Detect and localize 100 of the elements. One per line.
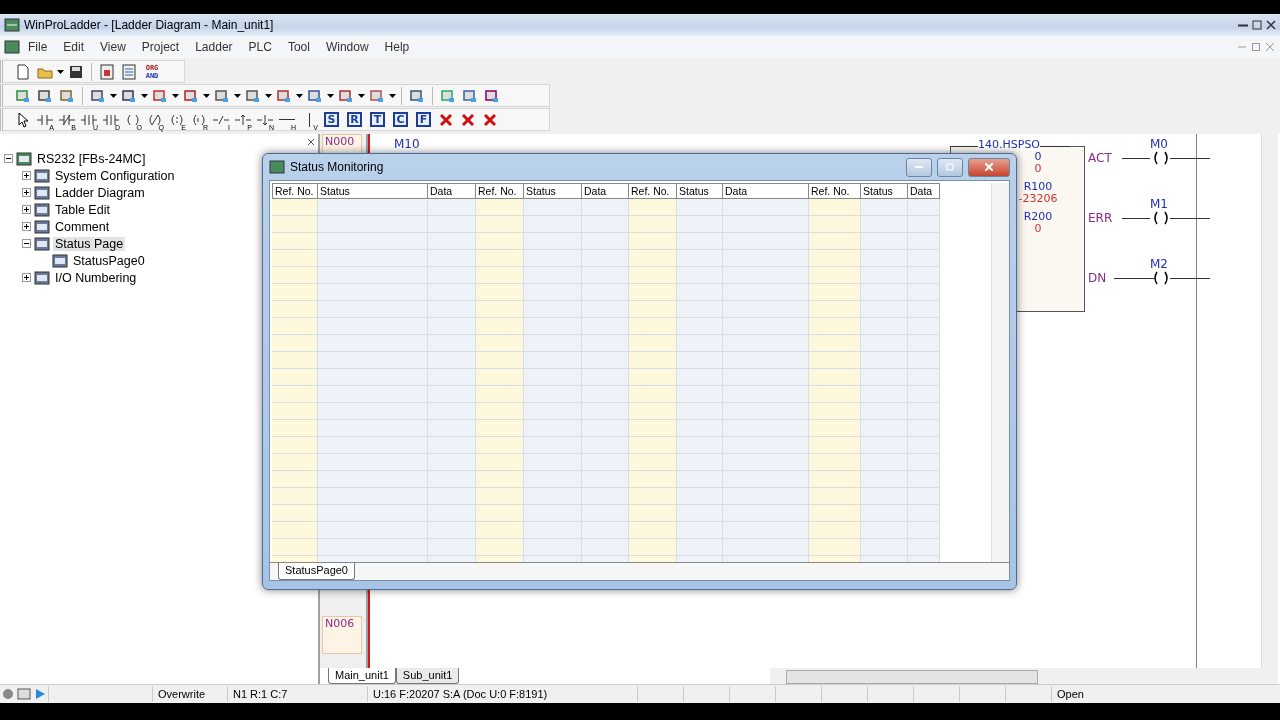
collapse-icon[interactable] bbox=[4, 154, 13, 163]
dropdown-arrow-icon bbox=[203, 93, 210, 98]
status-pane: N1 R:1 C:7 bbox=[227, 686, 367, 702]
tree-item[interactable]: Comment bbox=[53, 219, 112, 234]
minimize-button[interactable] bbox=[906, 157, 932, 177]
ladder-symbol-icon bbox=[279, 118, 295, 121]
instruction-button[interactable]: R bbox=[347, 112, 362, 127]
expand-icon[interactable] bbox=[22, 222, 31, 231]
expand-icon[interactable] bbox=[22, 171, 31, 180]
cross-icon bbox=[438, 111, 454, 128]
menu-item[interactable]: Help bbox=[376, 40, 418, 54]
toolbar-button[interactable] bbox=[97, 61, 117, 82]
column-header: Status bbox=[677, 183, 723, 199]
maximize-button[interactable] bbox=[937, 157, 963, 177]
tool-icon bbox=[307, 87, 323, 104]
column-header: Status bbox=[861, 183, 908, 199]
coil-icon bbox=[1152, 271, 1170, 285]
tree-item[interactable]: System Configuration bbox=[53, 168, 177, 183]
close-icon bbox=[985, 163, 993, 171]
maximize-icon bbox=[946, 163, 954, 171]
folder-icon bbox=[34, 167, 50, 184]
column-header: Status bbox=[318, 183, 428, 199]
status-pane: U:16 F:20207 S:A (Doc U:0 F:8191) bbox=[367, 686, 637, 702]
dropdown-arrow-icon bbox=[234, 93, 241, 98]
close-icon bbox=[1266, 20, 1276, 30]
dropdown-arrow-icon bbox=[110, 93, 117, 98]
tree-item[interactable]: StatusPage0 bbox=[71, 253, 147, 268]
coil-label: M2 bbox=[1150, 258, 1168, 270]
menu-item[interactable]: Ladder bbox=[187, 40, 241, 54]
menu-item[interactable]: Window bbox=[317, 40, 377, 54]
operand-value: R100 bbox=[1022, 181, 1054, 193]
column-header: Data bbox=[428, 183, 476, 199]
column-header: Ref. No. bbox=[272, 183, 318, 199]
grid-icon bbox=[99, 63, 115, 80]
ladder-symbol-icon bbox=[307, 112, 311, 127]
status-pane: Overwrite bbox=[152, 686, 227, 702]
expand-icon[interactable] bbox=[22, 273, 31, 282]
app-icon bbox=[4, 17, 20, 33]
toolbar-button[interactable] bbox=[119, 61, 139, 82]
minimize-icon bbox=[1238, 23, 1248, 27]
menu-item[interactable]: File bbox=[20, 40, 56, 54]
column-header: Data bbox=[723, 183, 809, 199]
tool-icon bbox=[484, 87, 500, 104]
tool-icon bbox=[338, 87, 354, 104]
minimize-icon bbox=[915, 166, 923, 168]
column-header: Ref. No. bbox=[476, 183, 524, 199]
dropdown-arrow-icon bbox=[57, 69, 64, 74]
folder-icon bbox=[34, 184, 50, 201]
menu-item[interactable]: Edit bbox=[55, 40, 93, 54]
page-tab[interactable]: StatusPage0 bbox=[278, 563, 355, 580]
expand-icon[interactable] bbox=[22, 205, 31, 214]
grid-icon bbox=[121, 63, 137, 80]
close-button[interactable] bbox=[968, 157, 1010, 177]
app-icon bbox=[269, 159, 285, 175]
tree-item[interactable]: RS232 [FBs-24MC] bbox=[35, 151, 148, 166]
dropdown-arrow-icon bbox=[389, 93, 396, 98]
coil-icon bbox=[1152, 151, 1170, 165]
column-header: Ref. No. bbox=[809, 183, 861, 199]
coil-label: M1 bbox=[1150, 198, 1168, 210]
column-header: Data bbox=[908, 183, 940, 199]
document-icon bbox=[4, 39, 20, 55]
ladder-symbol-icon bbox=[257, 113, 273, 126]
expand-icon[interactable] bbox=[22, 188, 31, 197]
folder-icon bbox=[34, 269, 50, 286]
menu-item[interactable]: View bbox=[92, 40, 134, 54]
rung-number: N006 bbox=[322, 616, 362, 654]
ladder-symbol-icon bbox=[81, 113, 97, 126]
instruction-button[interactable]: S bbox=[324, 112, 339, 127]
pin-label: ACT bbox=[1088, 152, 1112, 164]
ladder-symbol-icon bbox=[37, 113, 53, 126]
tool-icon bbox=[121, 87, 137, 104]
cursor-icon bbox=[15, 111, 31, 128]
tool-icon bbox=[214, 87, 230, 104]
menu-item[interactable]: Project bbox=[133, 40, 188, 54]
device-icon bbox=[16, 150, 32, 167]
ladder-symbol-icon bbox=[148, 113, 162, 126]
menu-item[interactable]: PLC bbox=[240, 40, 280, 54]
tree-item[interactable]: Status Page bbox=[53, 236, 126, 251]
tree-item[interactable]: Table Edit bbox=[53, 202, 112, 217]
collapse-icon[interactable] bbox=[22, 239, 31, 248]
instruction-button[interactable]: T bbox=[370, 112, 385, 127]
sheet-tab[interactable]: Main_unit1 bbox=[328, 668, 396, 684]
dropdown-arrow-icon bbox=[327, 93, 334, 98]
instruction-button[interactable]: F bbox=[416, 112, 431, 127]
window-icon bbox=[16, 686, 32, 702]
vertical-scrollbar[interactable] bbox=[991, 183, 1009, 562]
tree-item[interactable]: Ladder Diagram bbox=[53, 185, 147, 200]
close-icon bbox=[306, 137, 316, 147]
sheet-tab[interactable]: Sub_unit1 bbox=[395, 668, 460, 684]
ladder-symbol-icon bbox=[213, 113, 229, 126]
tool-icon bbox=[59, 87, 75, 104]
horizontal-scrollbar[interactable] bbox=[770, 668, 1278, 684]
column-header: Data bbox=[582, 183, 629, 199]
tool-icon bbox=[183, 87, 199, 104]
menu-item[interactable]: Tool bbox=[279, 40, 318, 54]
tool-icon bbox=[276, 87, 292, 104]
ladder-symbol-icon bbox=[235, 113, 251, 126]
instruction-button[interactable]: C bbox=[393, 112, 408, 127]
operand-value: -23206 bbox=[1018, 193, 1058, 205]
tree-item[interactable]: I/O Numbering bbox=[53, 270, 139, 285]
